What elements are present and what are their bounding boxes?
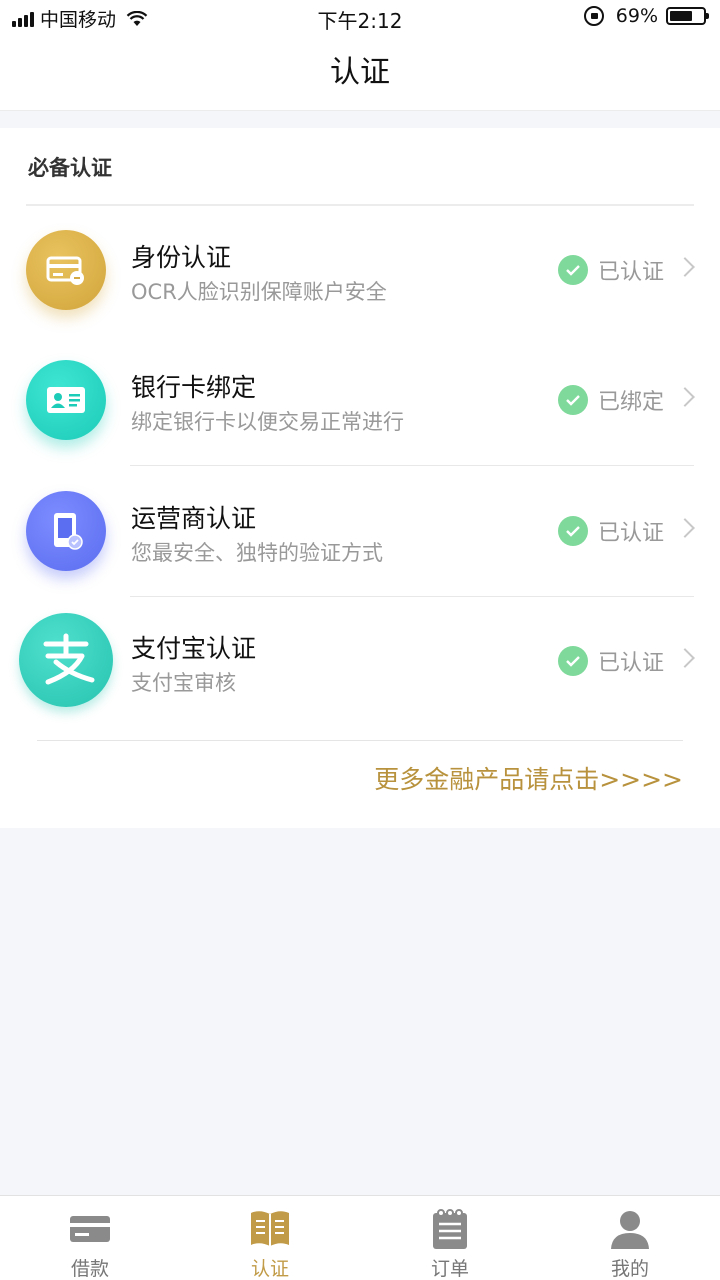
- list-item-carrier[interactable]: 运营商认证 您最安全、独特的验证方式 已认证: [0, 467, 720, 597]
- verification-card: 必备认证 身份认证 OCR人脸识别保障账户安全 已认证 银行卡绑定 绑定银行卡以…: [0, 128, 720, 828]
- item-desc: 绑定银行卡以便交易正常进行: [131, 410, 404, 434]
- check-icon: [557, 255, 588, 285]
- row-divider: [130, 465, 694, 466]
- chevron-right-icon: [675, 648, 695, 668]
- item-desc: 支付宝审核: [131, 671, 236, 695]
- status-right: 69%: [583, 5, 709, 27]
- notepad-icon: [429, 1208, 471, 1250]
- status-badge: 已认证: [557, 515, 664, 547]
- item-name: 支付宝认证: [131, 634, 257, 663]
- chevron-right-icon: [675, 518, 695, 538]
- status-text: 已认证: [597, 651, 664, 676]
- status-text: 已认证: [597, 521, 664, 546]
- item-name: 运营商认证: [131, 504, 257, 533]
- tab-label: 借款: [70, 1258, 109, 1280]
- item-name: 银行卡绑定: [131, 373, 257, 402]
- status-text: 已绑定: [597, 390, 664, 415]
- more-divider: [37, 740, 683, 741]
- list-item-bank-card[interactable]: 银行卡绑定 绑定银行卡以便交易正常进行 已绑定: [0, 336, 720, 466]
- check-icon: [557, 516, 588, 546]
- chevron-right-icon: [675, 387, 695, 407]
- tab-label: 订单: [430, 1258, 469, 1280]
- page-title: 认证: [330, 55, 390, 90]
- section-title: 必备认证: [28, 156, 112, 180]
- phone-carrier-icon: [26, 491, 106, 571]
- tab-label: 我的: [610, 1258, 649, 1280]
- status-badge: 已绑定: [557, 384, 664, 416]
- tab-label: 认证: [250, 1258, 289, 1280]
- person-icon: [609, 1208, 651, 1250]
- bank-card-icon: [26, 360, 106, 440]
- status-badge: 已认证: [557, 254, 664, 286]
- battery-percent: 69%: [615, 5, 658, 27]
- item-desc: 您最安全、独特的验证方式: [131, 541, 383, 565]
- battery-icon: [666, 7, 709, 25]
- tab-profile[interactable]: 我的: [540, 1196, 720, 1280]
- tab-orders[interactable]: 订单: [360, 1196, 540, 1280]
- nav-bar: 认证: [0, 36, 720, 111]
- list-item-alipay[interactable]: 支付宝认证 支付宝审核 已认证: [0, 597, 720, 727]
- item-name: 身份认证: [131, 243, 232, 272]
- tab-bar: 借款 认证 订单 我的: [0, 1195, 720, 1280]
- status-text: 已认证: [597, 260, 664, 285]
- list-item-id-verification[interactable]: 身份认证 OCR人脸识别保障账户安全 已认证: [0, 206, 720, 336]
- id-card-icon: [26, 230, 106, 310]
- check-icon: [557, 385, 588, 415]
- alipay-icon: [19, 613, 113, 707]
- tab-verification[interactable]: 认证: [180, 1196, 360, 1280]
- rotation-lock-icon: [583, 6, 604, 26]
- more-products-link[interactable]: 更多金融产品请点击>>>>: [374, 760, 683, 796]
- item-desc: OCR人脸识别保障账户安全: [131, 280, 387, 304]
- card-icon: [69, 1208, 111, 1250]
- status-badge: 已认证: [557, 645, 664, 677]
- check-icon: [557, 646, 588, 676]
- book-icon: [249, 1208, 291, 1250]
- status-bar: 中国移动 下午2:12 69%: [0, 0, 720, 36]
- tab-loan[interactable]: 借款: [0, 1196, 180, 1280]
- chevron-right-icon: [675, 257, 695, 277]
